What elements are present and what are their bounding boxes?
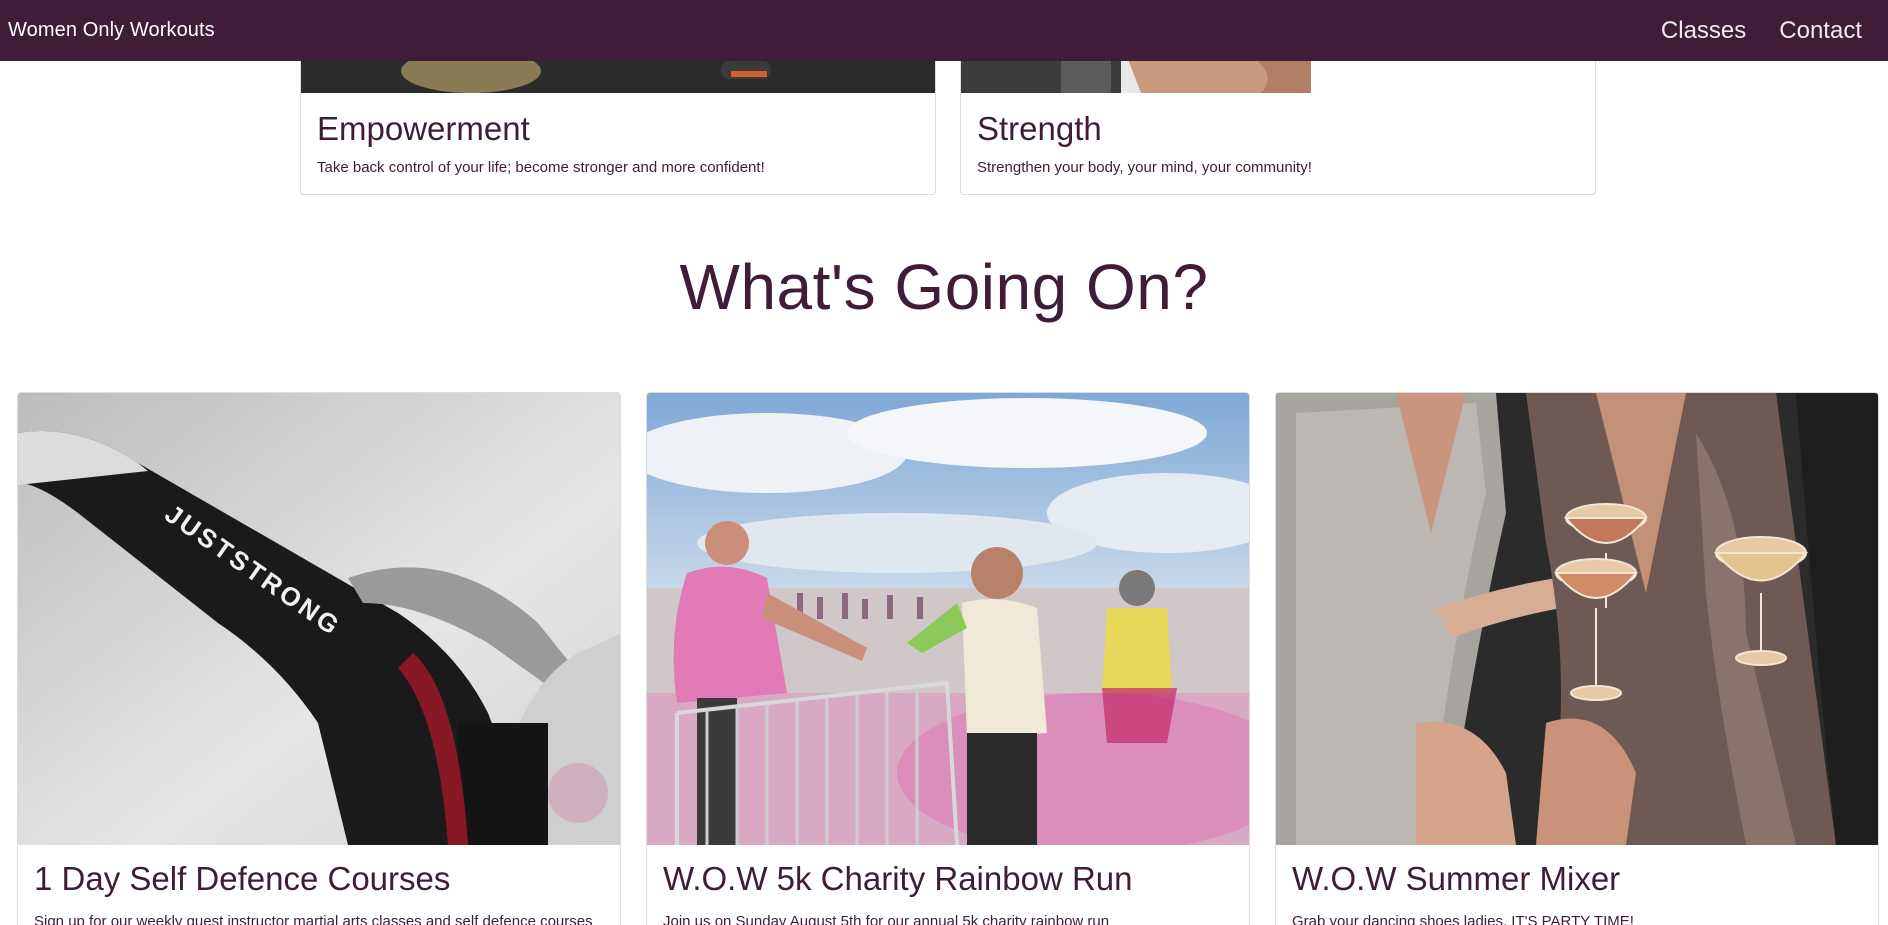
event-card-summer-mixer[interactable]: W.O.W Summer Mixer Grab your dancing sho… (1275, 392, 1879, 925)
event-text: Join us on Sunday August 5th for our ann… (663, 913, 1110, 925)
event-image-rainbow-run (647, 393, 1249, 845)
event-text: Sign up for our weekly guest instructor … (34, 913, 593, 925)
event-title: W.O.W Summer Mixer (1292, 860, 1621, 897)
event-image-summer-mixer (1276, 393, 1878, 845)
feature-title: Strength (977, 110, 1102, 147)
event-title: 1 Day Self Defence Courses (34, 860, 451, 897)
nav-link-classes[interactable]: Classes (1661, 17, 1746, 45)
nav-link-contact[interactable]: Contact (1779, 17, 1862, 45)
event-card-rainbow-run[interactable]: W.O.W 5k Charity Rainbow Run Join us on … (646, 392, 1250, 925)
event-text: Grab your dancing shoes ladies, IT'S PAR… (1292, 913, 1634, 925)
feature-text: Take back control of your life; become s… (317, 159, 765, 176)
brand-link[interactable]: Women Only Workouts (8, 19, 215, 42)
nav-links: Classes Contact (1661, 17, 1862, 45)
section-title: What's Going On? (679, 251, 1209, 323)
event-image-self-defence: JUSTSTRONG (18, 393, 620, 845)
navbar: Women Only Workouts Classes Contact (0, 0, 1888, 61)
feature-card-strength: Strength Strengthen your body, your mind… (960, 40, 1596, 195)
feature-title: Empowerment (317, 110, 530, 147)
feature-text: Strengthen your body, your mind, your co… (977, 159, 1312, 176)
feature-card-empowerment: Empowerment Take back control of your li… (300, 40, 936, 195)
event-title: W.O.W 5k Charity Rainbow Run (663, 860, 1133, 897)
event-card-self-defence[interactable]: JUSTSTRONG 1 Day Self Defence Courses Si… (17, 392, 621, 925)
